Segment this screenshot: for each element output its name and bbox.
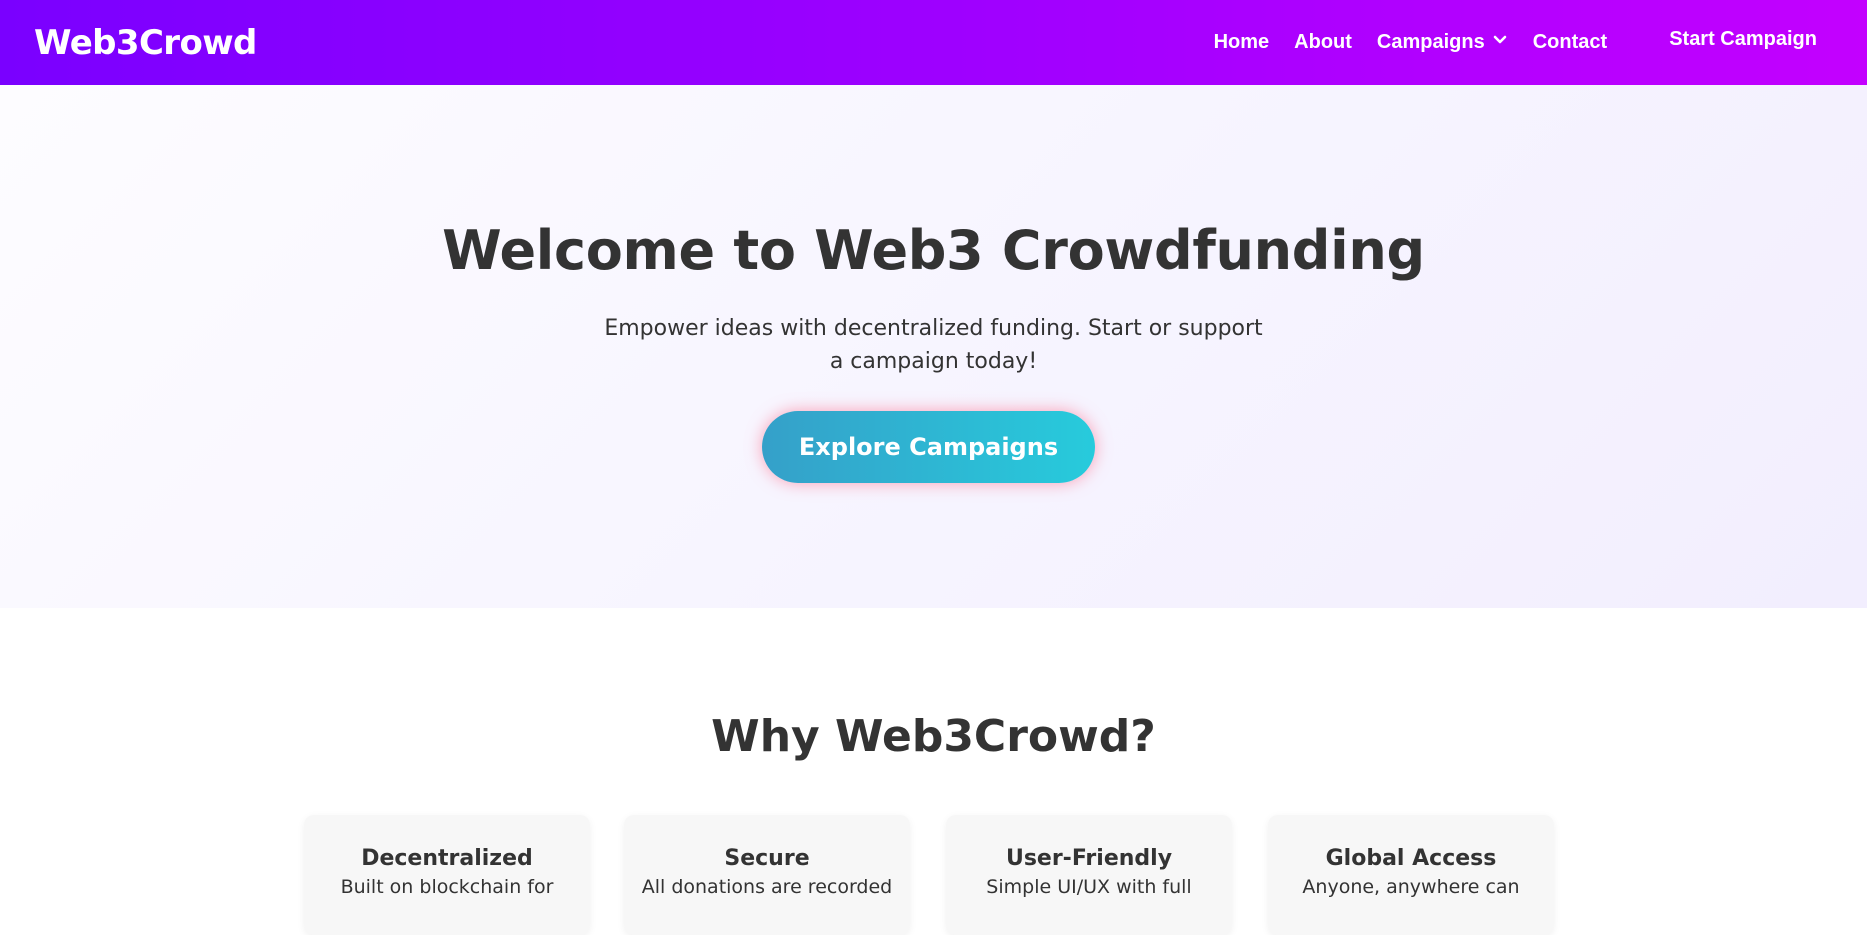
feature-desc: Built on blockchain for <box>340 876 554 898</box>
hero-section: Welcome to Web3 Crowdfunding Empower ide… <box>0 85 1867 608</box>
feature-title: User-Friendly <box>1005 846 1173 871</box>
feature-card-secure: Secure All donations are recorded <box>624 815 910 935</box>
nav-link-campaigns-label: Campaigns <box>1376 31 1485 53</box>
feature-card-global-access: Global Access Anyone, anywhere can <box>1268 815 1554 935</box>
feature-title: Decentralized <box>361 846 533 871</box>
nav-right: Home About Campaigns Contact Start Campa… <box>1189 28 1831 57</box>
why-title: Why Web3Crowd? <box>711 711 1156 762</box>
brand-logo[interactable]: Web3Crowd <box>34 23 257 63</box>
feature-title: Secure <box>724 846 810 871</box>
feature-title: Global Access <box>1325 846 1497 871</box>
chevron-down-icon <box>1493 35 1507 43</box>
nav-link-home[interactable]: Home <box>1214 31 1270 54</box>
features-row: Decentralized Built on blockchain for Se… <box>0 815 1867 935</box>
nav-link-contact[interactable]: Contact <box>1533 31 1607 54</box>
explore-campaigns-button[interactable]: Explore Campaigns <box>762 411 1095 483</box>
hero-title: Welcome to Web3 Crowdfunding <box>442 219 1425 282</box>
nav-link-about[interactable]: About <box>1294 31 1352 54</box>
nav-link-campaigns[interactable]: Campaigns <box>1377 31 1508 54</box>
feature-desc: All donations are recorded <box>641 876 893 898</box>
feature-desc: Simple UI/UX with full <box>986 876 1192 898</box>
feature-card-user-friendly: User-Friendly Simple UI/UX with full <box>946 815 1232 935</box>
nav-links: Home About Campaigns Contact <box>1189 31 1608 54</box>
feature-card-decentralized: Decentralized Built on blockchain for <box>304 815 590 935</box>
navbar: Web3Crowd Home About Campaigns Contact S… <box>0 0 1867 85</box>
start-campaign-button[interactable]: Start Campaign <box>1655 22 1831 57</box>
hero-subtitle: Empower ideas with decentralized funding… <box>604 316 1263 374</box>
feature-desc: Anyone, anywhere can <box>1302 876 1520 898</box>
